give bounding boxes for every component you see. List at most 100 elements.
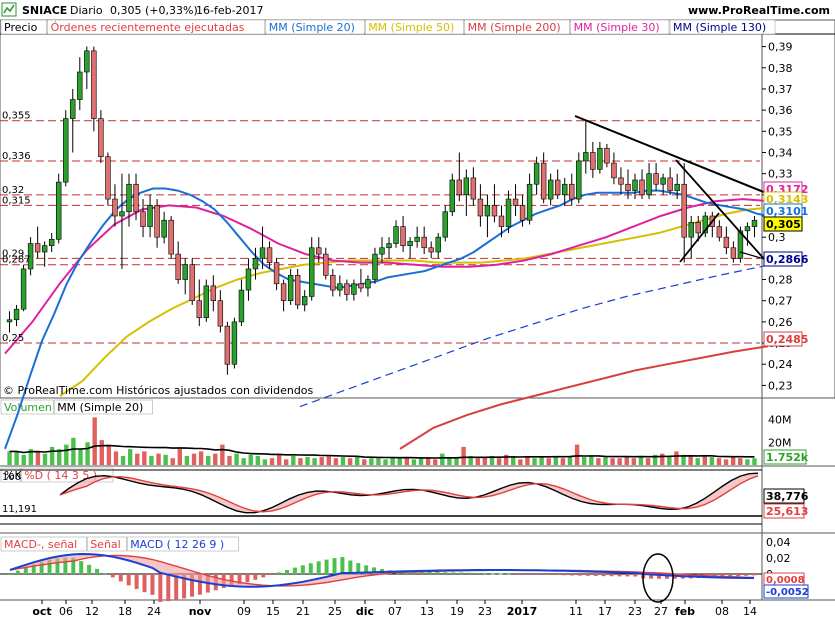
volume-bar <box>553 457 559 465</box>
macd-histogram-bar <box>150 574 155 595</box>
volume-bar <box>695 458 700 465</box>
price-legend: Precio Órdenes recientemente ejecutadas MM… <box>0 19 776 35</box>
volume-bar <box>440 453 445 465</box>
legend-item[interactable]: MM (Simple 20) <box>57 401 143 414</box>
price-tick: 0,26 <box>768 316 793 329</box>
volume-bar <box>312 458 317 465</box>
candle <box>449 173 455 216</box>
volume-bar <box>319 457 324 465</box>
macd-histogram-bar <box>546 574 551 575</box>
candle <box>91 46 97 132</box>
macd-histogram-bar <box>577 574 582 576</box>
volume-bar <box>560 458 566 465</box>
volume-bar <box>482 457 488 465</box>
volume-bar <box>191 453 197 465</box>
level-label: 0,315 <box>2 195 31 206</box>
macd-histogram-bar <box>134 574 139 589</box>
candle <box>20 264 27 312</box>
price-tick: 0,34 <box>768 146 793 159</box>
date-tick: 19 <box>450 605 464 618</box>
macd-histogram-bar <box>324 559 329 574</box>
macd-histogram-bar <box>285 569 290 574</box>
date-label: 16-feb-2017 <box>196 4 264 17</box>
level-label: 0,355 <box>2 111 31 122</box>
volume-bar <box>120 455 126 465</box>
macd-histogram-bar <box>261 574 266 578</box>
legend-item[interactable]: MM (Simple 30) <box>574 21 660 34</box>
volume-bar <box>702 455 707 465</box>
volume-bar <box>284 459 289 465</box>
legend-item[interactable]: Señal <box>90 538 121 551</box>
volume-bar <box>723 459 729 465</box>
price-tick: 0,27 <box>768 295 793 308</box>
price-badge: 0,2866 <box>766 253 809 266</box>
chart-svg: SNIACE Diario 0,305 (+0,33%) 16-feb-2017… <box>0 0 835 620</box>
period-label: Diario <box>70 4 103 17</box>
legend-item[interactable]: Órdenes recientemente ejecutadas <box>51 21 245 34</box>
legend-item[interactable]: Volumen <box>4 401 52 414</box>
stoch-level-label: 100 <box>2 472 21 483</box>
level-label: 0,25 <box>2 333 24 344</box>
macd-histogram-bar <box>498 573 503 575</box>
volume-bar <box>411 459 417 465</box>
price-tick: 0,38 <box>768 62 793 75</box>
volume-badge: 1.752k <box>766 451 809 464</box>
volume-bar <box>78 449 83 465</box>
legend-item[interactable]: MM (Simple 20) <box>269 21 355 34</box>
legend-item[interactable]: MM (Simple 200) <box>468 21 561 34</box>
legend-item[interactable]: MACD ( 12 26 9 ) <box>130 538 224 551</box>
legend-item[interactable]: MM (Simple 130) <box>673 21 766 34</box>
volume-bar <box>376 458 381 465</box>
volume-bar <box>163 454 168 465</box>
candle <box>105 152 111 206</box>
volume-bar <box>205 455 211 465</box>
macd-histogram-bar <box>126 574 131 586</box>
chart-root: SNIACE Diario 0,305 (+0,33%) 16-feb-2017… <box>0 0 835 620</box>
macd-histogram-bar <box>633 574 638 577</box>
macd-histogram-bar <box>490 573 495 575</box>
volume-bar <box>525 457 530 465</box>
volume-bar <box>581 457 587 465</box>
price-tick: 0,23 <box>768 379 793 392</box>
legend-item[interactable]: MACD-, señal <box>4 538 77 551</box>
macd-histogram-bar <box>300 565 305 574</box>
volume-bar <box>14 451 19 465</box>
volume-bar <box>738 458 743 465</box>
legend-item[interactable]: MM (Simple 50) <box>368 21 454 34</box>
volume-bar <box>660 453 665 465</box>
macd-histogram-bar <box>601 574 606 577</box>
volume-bar <box>71 437 76 465</box>
volume-legend: Volumen MM (Simple 20) <box>0 399 153 415</box>
date-tick: 2017 <box>507 605 538 618</box>
macd-badge: -0,0052 <box>766 587 809 598</box>
volume-bar <box>234 453 239 465</box>
macd-histogram-bar <box>87 564 92 574</box>
volume-bar <box>667 455 672 465</box>
price-tick: 0,33 <box>768 168 793 181</box>
volume-bar <box>383 459 388 465</box>
volume-bar <box>291 455 296 465</box>
macd-histogram-bar <box>158 574 163 602</box>
macd-histogram-bar <box>332 558 337 574</box>
macd-histogram-bar <box>7 574 12 575</box>
legend-item[interactable]: Precio <box>4 21 38 34</box>
macd-histogram-bar <box>625 574 630 577</box>
volume-bar <box>631 458 637 465</box>
date-tick: 14 <box>743 605 757 618</box>
candle <box>203 279 209 322</box>
date-tick: 27 <box>654 605 668 618</box>
date-tick: 17 <box>598 605 612 618</box>
volume-bar <box>85 442 90 465</box>
site-label[interactable]: www.ProRealTime.com <box>688 4 830 17</box>
volume-bar <box>227 455 232 465</box>
volume-bar <box>241 458 246 465</box>
candle <box>189 258 195 305</box>
volume-bar <box>390 458 395 465</box>
date-tick: feb <box>675 605 695 618</box>
date-tick: 25 <box>328 605 342 618</box>
volume-bar <box>688 455 693 465</box>
macd-histogram-bar <box>562 574 567 576</box>
volume-bar <box>610 458 615 465</box>
stoch-k-badge: 38,776 <box>766 490 809 503</box>
date-tick: 07 <box>388 605 402 618</box>
